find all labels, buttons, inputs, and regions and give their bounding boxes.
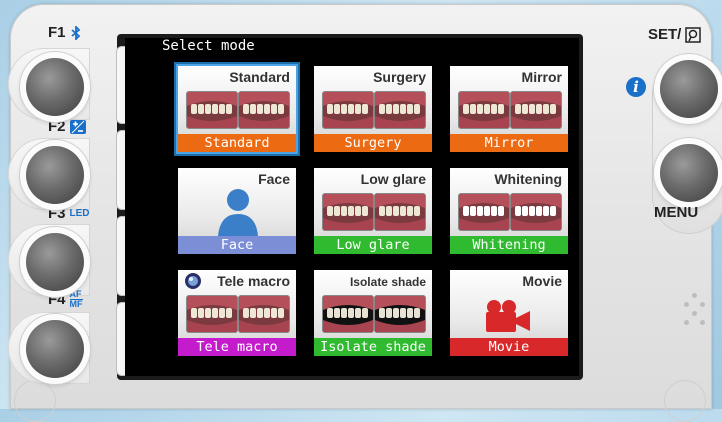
mode-tile-standard[interactable]: Standard Standard [178, 66, 296, 152]
corner-decoration [664, 380, 706, 422]
speaker-hole [684, 320, 689, 325]
mode-label-bar: Surgery [314, 134, 432, 152]
mode-label-bar: Low glare [314, 236, 432, 254]
mode-thumbnail [187, 92, 237, 128]
mode-label-bar: Face [178, 236, 296, 254]
mode-label-bar: Whitening [450, 236, 568, 254]
mode-label-bar: Mirror [450, 134, 568, 152]
mode-title: Whitening [494, 171, 562, 187]
mode-label-bar: Standard [178, 134, 296, 152]
f1-button[interactable] [26, 58, 84, 116]
led-icon: LED [69, 208, 90, 219]
mode-title: Surgery [373, 69, 426, 85]
f2-label: F2 [48, 118, 86, 135]
f2-button[interactable] [26, 146, 84, 204]
mode-tile-mirror[interactable]: Mirror Mirror [450, 66, 568, 152]
mode-title: Tele macro [217, 273, 290, 289]
speaker-hole [692, 311, 697, 316]
mode-thumbnail [459, 92, 509, 128]
mode-tile-isolate-shade[interactable]: Isolate shade Isolate shade [314, 270, 432, 356]
mode-thumbnail [511, 194, 561, 230]
mode-thumbnail [375, 194, 425, 230]
speaker-hole [700, 320, 705, 325]
mode-thumbnail [459, 194, 509, 230]
menu-label: MENU [654, 204, 698, 221]
mode-tile-movie[interactable]: Movie Movie [450, 270, 568, 356]
speaker-hole [692, 293, 697, 298]
f4-button[interactable] [26, 320, 84, 378]
menu-text: MENU [654, 204, 699, 221]
mode-thumbnail [239, 92, 289, 128]
speaker-hole [684, 302, 689, 307]
mode-thumbnail [375, 92, 425, 128]
mode-thumbnail [323, 92, 373, 128]
set-text: SET/ [648, 26, 682, 43]
mode-thumbnail [323, 296, 373, 332]
mode-label-bar: Tele macro [178, 338, 296, 356]
f1-label: F1 [48, 24, 82, 41]
f3-label: F3 LED [48, 205, 90, 222]
screen-title: Select mode [162, 38, 255, 54]
zoom-review-icon [685, 26, 702, 43]
mode-title: Movie [522, 273, 562, 289]
mode-title: Standard [229, 69, 290, 85]
mode-label-bar: Movie [450, 338, 568, 356]
mode-tile-surgery[interactable]: Surgery Surgery [314, 66, 432, 152]
movie-camera-icon [486, 300, 530, 332]
f3-button[interactable] [26, 233, 84, 291]
mf-text: MF [69, 299, 83, 309]
mode-thumbnail [323, 194, 373, 230]
menu-button[interactable] [660, 144, 718, 202]
lens-icon [185, 273, 201, 289]
mode-title: Isolate shade [349, 275, 426, 289]
mode-tile-tele-macro[interactable]: Tele macro Tele macro [178, 270, 296, 356]
f3-text: F3 [48, 205, 66, 222]
mode-thumbnail [511, 92, 561, 128]
mode-thumbnail [187, 296, 237, 332]
mode-thumbnail [375, 296, 425, 332]
af-mf-icon: AF MF [69, 290, 83, 309]
bluetooth-icon [70, 25, 82, 40]
f2-text: F2 [48, 118, 66, 135]
f1-text: F1 [48, 24, 66, 41]
set-label: SET/ [648, 26, 702, 43]
f4-label: F4 AF MF [48, 290, 83, 309]
set-button[interactable] [660, 60, 718, 118]
info-icon[interactable]: i [626, 77, 646, 97]
face-silhouette-icon [218, 189, 258, 236]
mode-label-bar: Isolate shade [314, 338, 432, 356]
mode-tile-face[interactable]: Face Face [178, 168, 296, 254]
mode-thumbnail [239, 296, 289, 332]
corner-decoration [14, 380, 56, 422]
f4-text: F4 [48, 291, 66, 308]
mode-title: Mirror [521, 69, 562, 85]
mode-title: Low glare [360, 171, 426, 187]
mode-tile-low-glare[interactable]: Low glare Low glare [314, 168, 432, 254]
plus-minus-icon [69, 119, 86, 134]
mode-tile-whitening[interactable]: Whitening Whitening [450, 168, 568, 254]
mode-title: Face [258, 171, 290, 187]
speaker-hole [700, 302, 705, 307]
